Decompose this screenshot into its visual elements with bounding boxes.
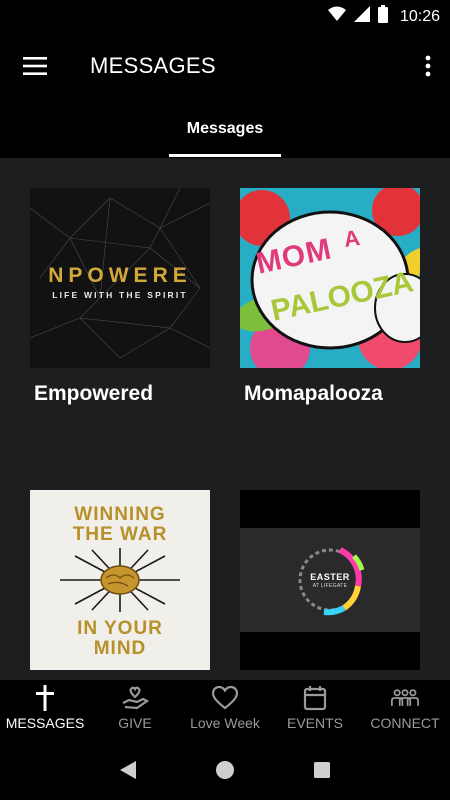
nav-connect[interactable]: CONNECT <box>360 680 450 740</box>
series-card-momapalooza[interactable]: MOM A PALOOZA Momapalooza <box>240 188 420 406</box>
nav-label: GIVE <box>118 715 152 731</box>
series-grid: NPOWERE LIFE WITH THE SPIRIT Empowered M… <box>0 158 450 680</box>
nav-label: CONNECT <box>370 715 440 731</box>
easter-artwork-subtitle: AT LIFEGATE <box>312 583 348 589</box>
heart-icon <box>211 684 239 712</box>
nav-messages[interactable]: MESSAGES <box>0 680 90 740</box>
series-artwork-easter: EASTER AT LIFEGATE <box>240 490 420 670</box>
give-hand-heart-icon <box>121 684 149 712</box>
nav-label: EVENTS <box>286 715 343 731</box>
calendar-icon <box>301 684 329 712</box>
page-title: MESSAGES <box>90 53 216 78</box>
tab-strip: Messages <box>0 99 450 158</box>
winning-artwork-line4: MIND <box>93 638 147 659</box>
winning-artwork-line3: IN YOUR <box>77 618 163 639</box>
empowered-artwork-subtitle: LIFE WITH THE SPIRIT <box>52 290 188 300</box>
status-time: 10:26 <box>399 7 440 25</box>
nav-events[interactable]: EVENTS <box>270 680 360 740</box>
tab-messages[interactable]: Messages <box>169 99 281 158</box>
bottom-nav: MESSAGES GIVE Love Week EVENTS CONNECT <box>0 680 450 740</box>
app-bar: MESSAGES <box>0 33 450 99</box>
series-artwork-empowered: NPOWERE LIFE WITH THE SPIRIT <box>30 188 210 368</box>
tab-indicator <box>169 154 281 157</box>
status-bar: 10:26 <box>0 0 450 33</box>
home-icon[interactable] <box>205 750 245 790</box>
hamburger-menu-icon[interactable] <box>0 33 70 99</box>
series-title: Empowered <box>34 382 154 405</box>
battery-icon <box>377 5 388 28</box>
people-group-icon <box>391 684 419 712</box>
series-artwork-winning-the-war: WINNING THE WAR IN YOUR MIND <box>30 490 210 670</box>
empowered-artwork-title: NPOWERE <box>48 264 192 287</box>
series-card-easter[interactable]: EASTER AT LIFEGATE <box>240 490 420 680</box>
winning-artwork-line2: THE WAR <box>72 524 168 545</box>
series-title: Momapalooza <box>244 382 383 405</box>
nav-love-week[interactable]: Love Week <box>180 680 270 740</box>
winning-artwork-line1: WINNING <box>74 504 166 525</box>
recents-icon[interactable] <box>302 750 342 790</box>
nav-give[interactable]: GIVE <box>90 680 180 740</box>
easter-artwork-title: EASTER <box>310 572 350 582</box>
series-artwork-momapalooza: MOM A PALOOZA <box>240 188 420 368</box>
series-card-empowered[interactable]: NPOWERE LIFE WITH THE SPIRIT Empowered <box>30 188 210 406</box>
nav-label: MESSAGES <box>5 715 85 731</box>
system-nav-bar <box>0 740 450 800</box>
wifi-icon <box>327 6 346 27</box>
momapalooza-artwork-a: A <box>342 225 362 252</box>
more-vertical-icon[interactable] <box>406 33 450 99</box>
cross-icon <box>31 684 59 712</box>
back-icon[interactable] <box>108 750 148 790</box>
series-card-winning-the-war[interactable]: WINNING THE WAR IN YOUR MIND <box>30 490 210 680</box>
signal-icon <box>353 6 370 27</box>
nav-label: Love Week <box>190 715 260 731</box>
